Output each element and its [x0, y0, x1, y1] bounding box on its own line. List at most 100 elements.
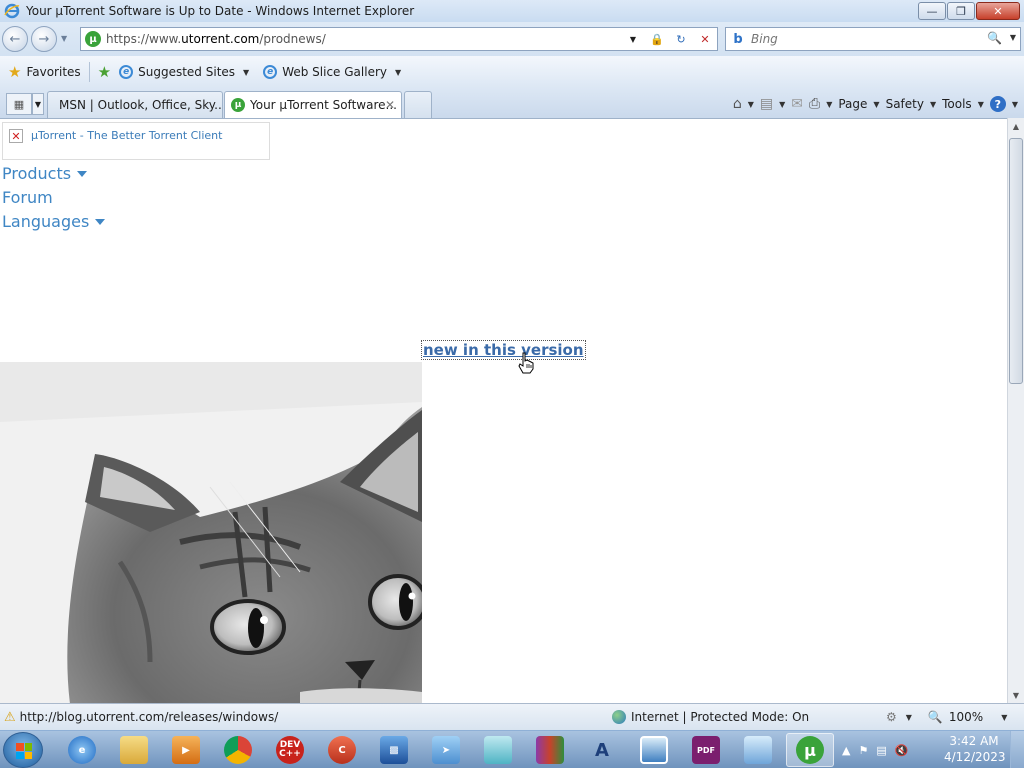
network-icon[interactable]: ▤ — [876, 744, 886, 757]
taskbar-remote-desktop[interactable]: ▩ — [370, 733, 418, 767]
safety-menu[interactable]: Safety ▼ — [886, 97, 937, 111]
forum-link[interactable]: Forum — [2, 188, 53, 207]
taskbar-mail-app[interactable]: ➤ — [422, 733, 470, 767]
taskbar-graphics-app[interactable]: A — [578, 733, 626, 767]
minimize-button[interactable]: — — [918, 2, 946, 20]
close-button[interactable]: ✕ — [976, 2, 1020, 20]
taskbar-control-panel[interactable] — [734, 733, 782, 767]
zoom-level[interactable]: 100% — [949, 710, 983, 724]
utorrent-favicon-icon: µ — [85, 31, 101, 47]
search-box[interactable]: b 🔍 ▼ — [725, 27, 1021, 51]
pdf-icon: PDF — [692, 736, 720, 764]
suggested-sites-button[interactable]: e Suggested Sites ▼ — [119, 65, 249, 79]
page-menu[interactable]: Page ▼ — [838, 97, 879, 111]
forward-button[interactable]: → — [31, 26, 57, 52]
taskbar-media-player[interactable]: ▶ — [162, 733, 210, 767]
chevron-down-icon: ▼ — [1011, 99, 1018, 109]
stop-icon[interactable]: ✕ — [695, 30, 715, 48]
zoom-dropdown-icon[interactable]: ▼ — [1001, 713, 1007, 722]
chevron-down-icon[interactable]: ▼ — [906, 713, 912, 722]
products-menu-link[interactable]: Products — [2, 164, 88, 183]
taskbar-windows-explorer[interactable] — [110, 733, 158, 767]
taskbar-ccleaner[interactable]: C — [318, 733, 366, 767]
cat-photo — [0, 362, 422, 703]
lock-icon[interactable]: 🔒 — [647, 30, 667, 48]
system-clock[interactable]: 3:42 AM 4/12/2023 — [944, 733, 1006, 765]
tools-menu[interactable]: Tools ▼ — [942, 97, 984, 111]
quick-tabs-button[interactable]: ▦ — [6, 93, 32, 115]
show-hidden-icons-icon[interactable]: ▲ — [842, 744, 850, 757]
new-tab-button[interactable] — [404, 91, 432, 118]
scroll-thumb[interactable] — [1009, 138, 1023, 384]
address-bar[interactable]: µ https://www.utorrent.com/prodnews/ ▼ 🔒… — [80, 27, 718, 51]
scroll-up-icon[interactable]: ▲ — [1008, 118, 1024, 134]
scroll-down-icon[interactable]: ▼ — [1008, 687, 1024, 703]
taskbar-utorrent[interactable]: µ — [786, 733, 834, 767]
hand-cursor-icon — [518, 352, 534, 374]
chevron-down-icon: ▼ — [826, 99, 833, 109]
web-slice-gallery-button[interactable]: e Web Slice Gallery ▼ — [263, 65, 401, 79]
start-button[interactable] — [3, 732, 43, 768]
new-in-this-version-link[interactable]: new in this version — [421, 340, 586, 360]
tab-msn[interactable]: MSN | Outlook, Office, Sky... — [47, 91, 223, 118]
tab-list-dropdown[interactable]: ▼ — [32, 93, 44, 115]
search-input[interactable] — [751, 32, 981, 46]
close-tab-icon[interactable]: ✕ — [385, 98, 395, 112]
back-button[interactable]: ← — [2, 26, 28, 52]
help-menu[interactable]: ? ▼ — [989, 96, 1018, 112]
print-button[interactable]: ⎙ ▼ — [809, 96, 832, 112]
address-dropdown-icon[interactable]: ▼ — [623, 30, 643, 48]
languages-menu-link[interactable]: Languages — [2, 212, 106, 231]
read-mail-button[interactable]: ✉ — [791, 96, 803, 112]
clock-time: 3:42 AM — [949, 734, 999, 748]
security-zone[interactable]: Internet | Protected Mode: On — [612, 710, 809, 724]
chrome-icon — [224, 736, 252, 764]
taskbar-dev-cpp[interactable]: DEV C++ — [266, 733, 314, 767]
add-favorite-icon: ★ — [97, 63, 112, 81]
volume-muted-icon[interactable]: 🔇 — [895, 744, 909, 757]
products-label: Products — [2, 164, 72, 183]
favorites-label: Favorites — [26, 65, 81, 79]
feeds-button[interactable]: ▤ ▼ — [760, 96, 785, 112]
restore-button[interactable]: ❐ — [947, 2, 975, 20]
windows-logo-icon — [16, 743, 32, 759]
security-zone-label: Internet | Protected Mode: On — [631, 710, 810, 724]
print-icon: ⎙ — [809, 96, 821, 112]
taskbar-internet-explorer[interactable]: e — [58, 733, 106, 767]
vertical-scrollbar[interactable]: ▲ ▼ — [1007, 118, 1024, 703]
refresh-icon[interactable]: ↻ — [671, 30, 691, 48]
bing-icon: b — [733, 31, 743, 47]
ccleaner-icon: C — [328, 736, 356, 764]
caret-down-icon — [77, 170, 88, 177]
taskbar-pdf-app[interactable]: PDF — [682, 733, 730, 767]
action-center-flag-icon[interactable]: ⚑ — [858, 744, 868, 757]
add-to-favorites-bar-button[interactable]: ★ — [98, 63, 111, 81]
tab-utorrent[interactable]: µ Your µTorrent Software... ✕ — [224, 91, 402, 118]
taskbar-winrar[interactable] — [526, 733, 574, 767]
address-url[interactable]: https://www.utorrent.com/prodnews/ — [106, 32, 326, 46]
warning-icon: ⚠ — [4, 709, 16, 725]
taskbar-notes-app[interactable] — [474, 733, 522, 767]
favorites-star-icon: ★ — [8, 63, 22, 81]
ie-page-icon: e — [263, 65, 278, 79]
privacy-icon[interactable]: ⚙ — [886, 710, 897, 724]
taskbar-chrome[interactable] — [214, 733, 262, 767]
safety-menu-label: Safety — [885, 97, 924, 111]
show-desktop-button[interactable] — [1010, 731, 1024, 768]
system-tray: ▲ ⚑ ▤ 🔇 — [842, 731, 908, 768]
home-button[interactable]: ⌂ ▼ — [733, 96, 754, 112]
chevron-down-icon: ▼ — [873, 99, 880, 109]
search-options-dropdown-icon[interactable]: ▼ — [1010, 33, 1016, 42]
taskbar-photo-viewer[interactable] — [630, 733, 678, 767]
chevron-down-icon: ▼ — [929, 99, 937, 109]
favorites-button[interactable]: ★ Favorites — [8, 63, 81, 81]
search-icon[interactable]: 🔍 — [987, 31, 1002, 45]
chevron-down-icon: ▼ — [779, 99, 786, 109]
recent-pages-dropdown-icon[interactable]: ▼ — [61, 34, 67, 43]
page-content: ✕ µTorrent - The Better Torrent Client P… — [0, 118, 1007, 703]
chevron-down-icon: ▼ — [243, 67, 250, 77]
broken-logo-image[interactable]: ✕ µTorrent - The Better Torrent Client — [2, 122, 270, 160]
chevron-down-icon: ▼ — [977, 99, 984, 109]
logo-alt-text: µTorrent - The Better Torrent Client — [31, 129, 223, 142]
help-icon: ? — [989, 96, 1006, 112]
